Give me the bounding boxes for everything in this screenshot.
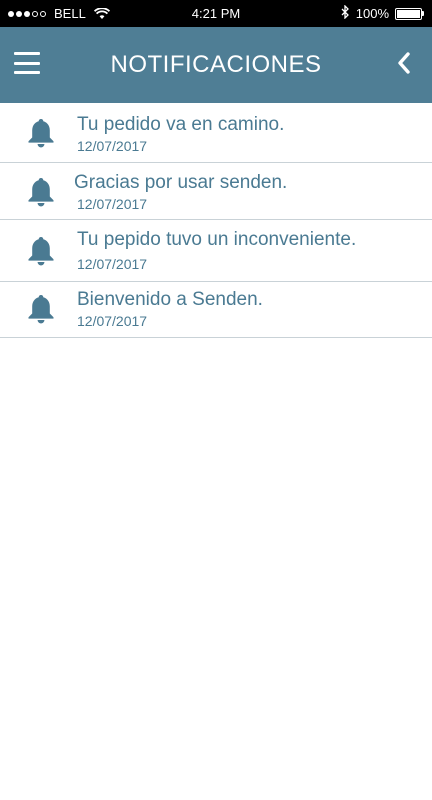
- notification-item[interactable]: Bienvenido a Senden. 12/07/2017: [0, 282, 432, 338]
- status-bar: BELL 4:21 PM 100%: [0, 0, 432, 27]
- chevron-left-icon[interactable]: [394, 51, 414, 75]
- status-right: 100%: [341, 0, 424, 27]
- bluetooth-icon: [341, 4, 350, 22]
- bell-icon: [28, 236, 54, 266]
- page-title: NOTIFICACIONES: [110, 51, 322, 78]
- notification-date: 12/07/2017: [77, 196, 148, 212]
- notification-item[interactable]: Gracias por usar senden. 12/07/2017: [0, 163, 432, 220]
- app-bar: NOTIFICACIONES: [0, 27, 432, 103]
- notification-title: Tu pepido tuvo un inconveniente.: [77, 229, 357, 250]
- notification-text: Bienvenido a Senden. 12/07/2017: [77, 289, 263, 329]
- bell-icon: [28, 118, 54, 148]
- bell-icon: [28, 294, 54, 324]
- notification-date: 12/07/2017: [77, 256, 148, 272]
- notification-title: Gracias por usar senden.: [74, 172, 288, 193]
- battery-percent: 100%: [355, 6, 389, 21]
- battery-icon: [395, 7, 424, 20]
- bell-icon: [28, 177, 54, 207]
- notification-text: Gracias por usar senden. 12/07/2017: [74, 172, 287, 212]
- notification-text: Tu pepido tuvo un inconveniente. 12/07/2…: [77, 229, 356, 272]
- battery-tip: [422, 11, 424, 16]
- battery-fill: [397, 9, 420, 18]
- notification-date: 12/07/2017: [77, 313, 148, 329]
- notification-text: Tu pedido va en camino. 12/07/2017: [77, 114, 284, 154]
- notification-item[interactable]: Tu pedido va en camino. 12/07/2017: [0, 103, 432, 163]
- notification-title: Bienvenido a Senden.: [77, 289, 263, 310]
- notification-list: Tu pedido va en camino. 12/07/2017 Graci…: [0, 103, 432, 338]
- notification-date: 12/07/2017: [77, 138, 148, 154]
- notification-title: Tu pedido va en camino.: [77, 114, 285, 135]
- battery-body: [395, 7, 422, 20]
- notification-item[interactable]: Tu pepido tuvo un inconveniente. 12/07/2…: [0, 220, 432, 282]
